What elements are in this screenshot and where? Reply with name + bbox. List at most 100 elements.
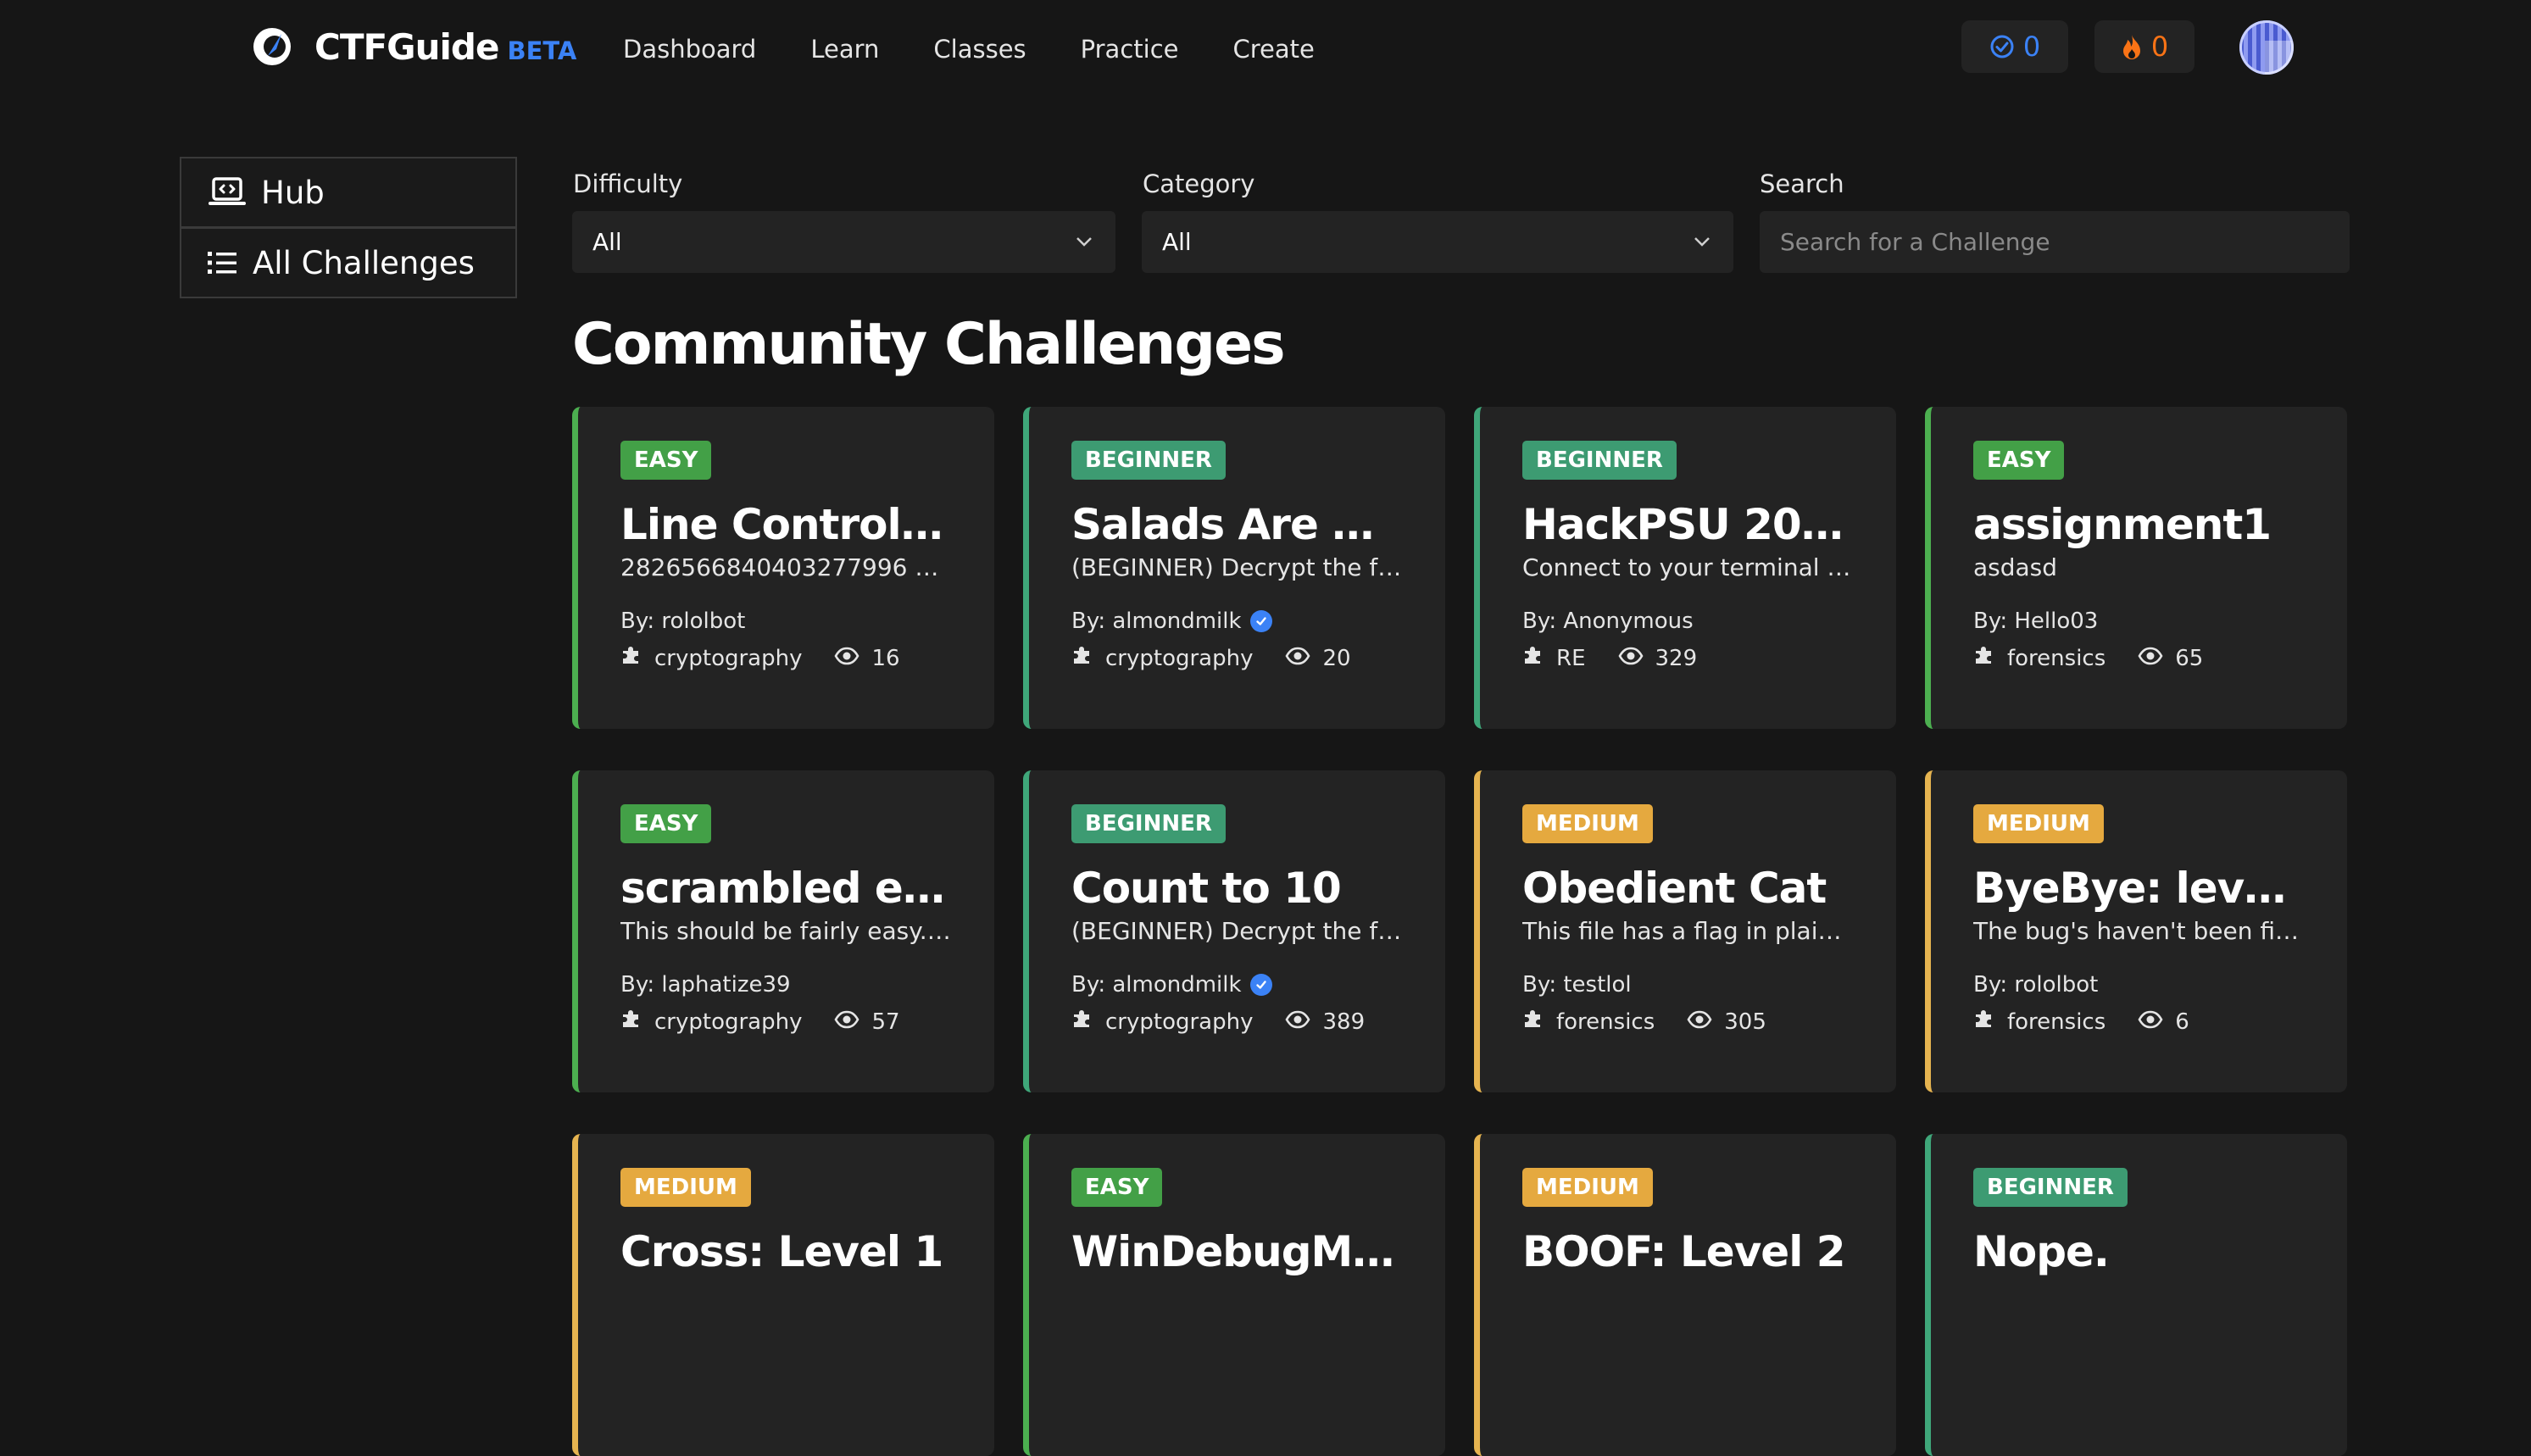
nav-classes[interactable]: Classes — [933, 31, 1026, 68]
streak-count: 0 — [2150, 31, 2169, 63]
list-icon — [208, 252, 236, 274]
challenge-title: BOOF: Level 2 — [1522, 1227, 1846, 1276]
challenge-category: forensics — [2007, 646, 2106, 671]
challenge-description: (BEGINNER) Decrypt the following — [1071, 917, 1403, 945]
nav-create[interactable]: Create — [1233, 31, 1315, 68]
difficulty-badge: BEGINNER — [1522, 441, 1677, 480]
challenge-author: By: Anonymous — [1522, 605, 1854, 637]
eye-icon — [1687, 1006, 1712, 1038]
challenge-title: Obedient Cat — [1522, 864, 1827, 913]
challenge-author: By: Hello03 — [1973, 605, 2305, 637]
difficulty-label: Difficulty — [573, 169, 683, 198]
difficulty-badge: EASY — [1973, 441, 2065, 480]
difficulty-badge: BEGINNER — [1071, 441, 1226, 480]
challenge-card[interactable]: EASY Line Controlled Lost Dogs 28265668404… — [572, 407, 994, 729]
chevron-down-icon — [1076, 237, 1092, 247]
challenge-card[interactable]: BEGINNER HackPSU 2023 Connect to your term… — [1474, 407, 1896, 729]
sidebar-item-hub[interactable]: Hub — [180, 157, 517, 228]
fire-icon — [2122, 35, 2140, 59]
eye-icon — [2138, 1006, 2163, 1038]
challenge-card[interactable]: EASY scrambled eggs This should be fairly … — [572, 770, 994, 1092]
challenge-views: 20 — [1322, 646, 1351, 671]
challenge-title: WinDebugMe! level — [1071, 1227, 1403, 1276]
challenge-title: Nope. — [1973, 1227, 2110, 1276]
challenge-title: Count to 10 — [1071, 864, 1342, 913]
beta-label: BETA — [507, 36, 577, 65]
verified-badge-icon — [1249, 610, 1272, 632]
challenge-category: cryptography — [1105, 646, 1254, 671]
challenge-card[interactable]: MEDIUM Obedient Cat This file has a flag i… — [1474, 770, 1896, 1092]
challenge-views: 16 — [871, 646, 900, 671]
verified-badge-icon — [1249, 974, 1272, 996]
author-name: By: Hello03 — [1973, 609, 2099, 634]
chevron-down-icon — [1694, 237, 1710, 247]
challenge-description: This should be fairly easy. ... — [620, 917, 952, 945]
challenge-author: By: almondmilk — [1071, 969, 1403, 1001]
challenge-views: 329 — [1655, 646, 1698, 671]
category-value: All — [1162, 228, 1192, 256]
challenge-meta: forensics 6 — [1973, 1006, 2305, 1038]
challenge-author: By: laphatize39 — [620, 969, 952, 1001]
solved-count: 0 — [2022, 31, 2041, 63]
challenge-title: HackPSU 2023 — [1522, 500, 1854, 549]
challenge-description: 2826566840403277996 3944 — [620, 553, 952, 581]
category-label: Category — [1143, 169, 1255, 198]
puzzle-piece-icon — [620, 642, 642, 675]
category-select[interactable]: All — [1142, 211, 1733, 273]
challenge-meta: cryptography 16 — [620, 642, 952, 675]
challenge-card[interactable]: BEGINNER Salads Are Rabbit Food (BEGINNER)… — [1023, 407, 1445, 729]
challenge-card[interactable]: MEDIUM Cross: Level 1 — [572, 1134, 994, 1456]
difficulty-badge: EASY — [620, 804, 712, 843]
nav-dashboard[interactable]: Dashboard — [623, 31, 756, 68]
challenge-title: Salads Are Rabbit Food — [1071, 500, 1403, 549]
eye-icon — [834, 642, 859, 675]
brand-name[interactable]: CTFGuide BETA — [314, 22, 576, 76]
nav-learn[interactable]: Learn — [810, 31, 879, 68]
search-input[interactable] — [1760, 211, 2350, 273]
difficulty-select[interactable]: All — [572, 211, 1115, 273]
puzzle-piece-icon — [620, 1006, 642, 1038]
challenge-card[interactable]: BEGINNER Nope. — [1925, 1134, 2347, 1456]
challenge-card[interactable]: EASY assignment1 asdasd By: Hello03 forensic… — [1925, 407, 2347, 729]
challenge-category: forensics — [1556, 1009, 1655, 1035]
eye-icon — [1285, 1006, 1310, 1038]
challenge-card[interactable]: EASY WinDebugMe! level — [1023, 1134, 1445, 1456]
challenge-title: Cross: Level 1 — [620, 1227, 943, 1276]
challenge-card[interactable]: MEDIUM BOOF: Level 2 — [1474, 1134, 1896, 1456]
challenge-meta: forensics 305 — [1522, 1006, 1854, 1038]
challenge-author: By: testlol — [1522, 969, 1854, 1001]
challenge-description: asdasd — [1973, 553, 2058, 581]
challenge-views: 389 — [1322, 1009, 1366, 1035]
challenge-meta: RE 329 — [1522, 642, 1854, 675]
author-name: By: laphatize39 — [620, 972, 791, 998]
solved-counter[interactable]: 0 — [1961, 20, 2068, 73]
nav-practice[interactable]: Practice — [1081, 31, 1179, 68]
streak-counter[interactable]: 0 — [2094, 20, 2194, 73]
challenge-card[interactable]: BEGINNER Count to 10 (BEGINNER) Decrypt th… — [1023, 770, 1445, 1092]
puzzle-piece-icon — [1071, 1006, 1093, 1038]
search-label: Search — [1760, 169, 1844, 198]
challenge-views: 6 — [2175, 1009, 2189, 1035]
challenge-category: cryptography — [654, 646, 803, 671]
challenge-description: The bug's haven't been fixed yet — [1973, 917, 2305, 945]
page-title: Community Challenges — [572, 311, 1286, 378]
difficulty-badge: MEDIUM — [620, 1168, 751, 1207]
difficulty-badge: BEGINNER — [1071, 804, 1226, 843]
author-name: By: almondmilk — [1071, 972, 1242, 998]
challenge-author: By: rololbot — [1973, 969, 2305, 1001]
challenge-description: Connect to your terminal and — [1522, 553, 1854, 581]
challenge-meta: forensics 65 — [1973, 642, 2305, 675]
challenge-title: Line Controlled Lost Dogs — [620, 500, 952, 549]
author-name: By: testlol — [1522, 972, 1632, 998]
puzzle-piece-icon — [1973, 1006, 1995, 1038]
challenge-title: assignment1 — [1973, 500, 2272, 549]
difficulty-badge: BEGINNER — [1973, 1168, 2128, 1207]
sidebar-item-all-challenges[interactable]: All Challenges — [180, 227, 517, 298]
challenge-card[interactable]: MEDIUM ByeBye: level 2 The bug's haven't b… — [1925, 770, 2347, 1092]
ctfguide-logo-icon[interactable] — [251, 25, 293, 68]
challenge-grid: EASY Line Controlled Lost Dogs 28265668404… — [572, 407, 2350, 1456]
eye-icon — [2138, 642, 2163, 675]
user-avatar[interactable] — [2239, 20, 2294, 75]
top-navbar: CTFGuide BETA Dashboard Learn Classes Pra… — [0, 0, 2531, 97]
author-name: By: rololbot — [620, 609, 746, 634]
